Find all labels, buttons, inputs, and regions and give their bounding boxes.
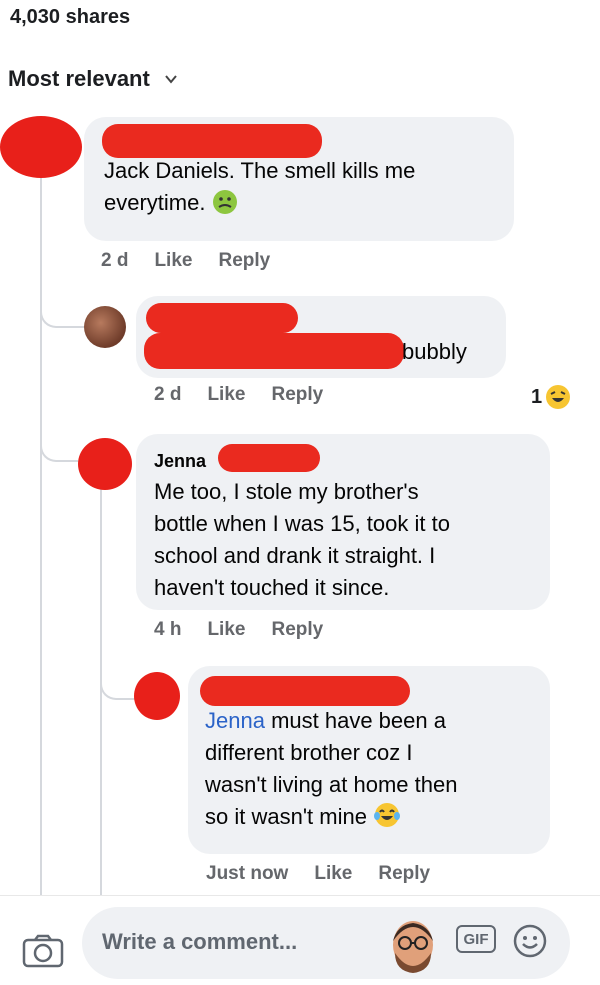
comment-text: Jenna must have been a different brother… (205, 708, 458, 829)
thread-connector (40, 430, 78, 462)
comment-time[interactable]: 2 d (101, 250, 128, 272)
comment-actions: 4 h Like Reply (154, 619, 323, 641)
comment-text: bubbly (402, 339, 467, 364)
avatar[interactable] (0, 116, 82, 178)
redacted-name (146, 303, 298, 333)
mention-link[interactable]: Jenna (205, 708, 265, 733)
redacted-text (144, 333, 404, 369)
avatar[interactable] (134, 672, 180, 720)
comment-text: Me too, I stole my brother's bottle when… (154, 479, 450, 600)
comment-placeholder: Write a comment... (102, 929, 298, 954)
avatar-sticker-icon[interactable] (385, 915, 441, 975)
commenter-name[interactable]: Jenna (154, 451, 206, 472)
camera-icon[interactable] (22, 934, 64, 968)
shares-count[interactable]: 4,030 shares (10, 6, 130, 29)
comment-actions: 2 d Like Reply (101, 250, 270, 272)
like-button[interactable]: Like (154, 250, 192, 272)
redacted-name (200, 676, 410, 706)
laughing-face-emoji (546, 385, 571, 409)
like-button[interactable]: Like (314, 863, 352, 885)
thread-line (40, 160, 42, 895)
comment-actions: 2 d Like Reply (154, 384, 323, 406)
comment-actions: Just now Like Reply (206, 863, 430, 885)
like-button[interactable]: Like (207, 619, 245, 641)
gif-button[interactable]: GIF (456, 925, 496, 953)
comment-time[interactable]: 2 d (154, 384, 181, 406)
comment-time[interactable]: Just now (206, 863, 288, 885)
reply-button[interactable]: Reply (218, 250, 270, 272)
nauseated-face-emoji (212, 190, 237, 214)
avatar[interactable] (78, 438, 132, 490)
reply-button[interactable]: Reply (271, 384, 323, 406)
reply-button[interactable]: Reply (271, 619, 323, 641)
sort-dropdown[interactable]: Most relevant (8, 66, 178, 92)
sort-label: Most relevant (8, 66, 150, 91)
thread-connector (100, 670, 136, 700)
reaction-count: 1 (531, 385, 543, 408)
thread-connector (40, 290, 84, 328)
emoji-icon[interactable] (512, 923, 548, 959)
like-button[interactable]: Like (207, 384, 245, 406)
comment-input[interactable]: Write a comment... GIF (82, 907, 570, 979)
reply-button[interactable]: Reply (378, 863, 430, 885)
chevron-down-icon (165, 75, 177, 84)
comment-text: Jack Daniels. The smell kills me everyti… (104, 158, 416, 215)
tears-of-joy-emoji (374, 803, 401, 827)
comment-time[interactable]: 4 h (154, 619, 181, 641)
redacted-name (218, 444, 320, 472)
redacted-name (102, 124, 322, 158)
reaction-summary[interactable]: 1 (531, 384, 571, 410)
avatar[interactable] (84, 306, 126, 348)
